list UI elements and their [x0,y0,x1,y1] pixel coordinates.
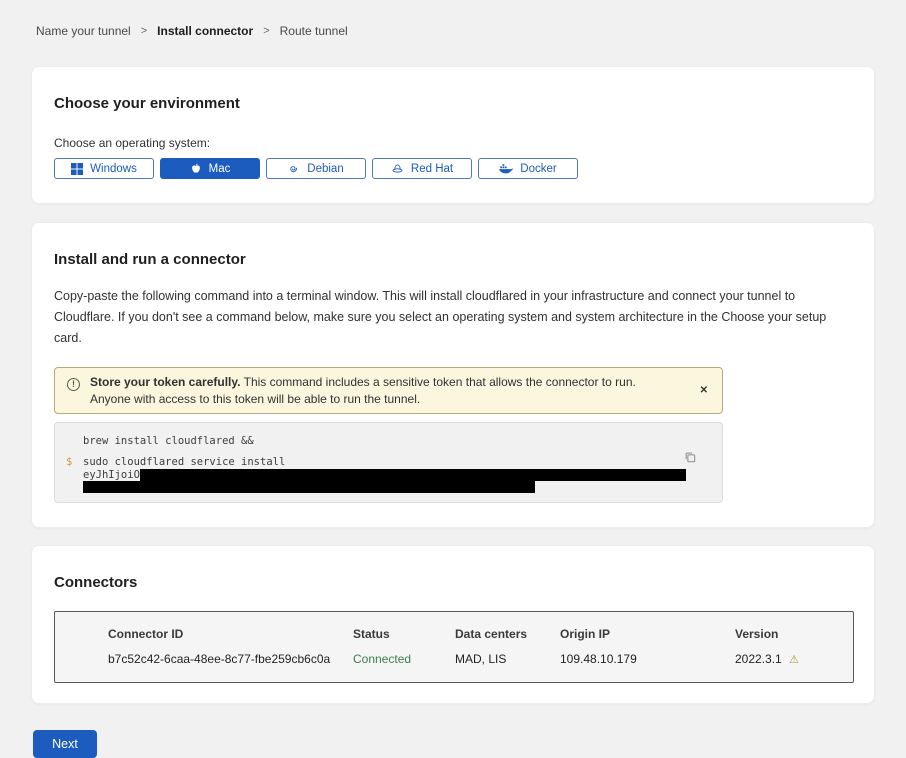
cell-data-centers: MAD, LIS [455,652,560,666]
os-button-mac[interactable]: Mac [160,158,260,179]
command-text: sudo cloudflared service install [83,456,285,468]
breadcrumb-step-name-tunnel[interactable]: Name your tunnel [36,24,131,38]
os-button-label: Red Hat [411,163,453,175]
status-badge: Connected [353,652,455,666]
cell-connector-id: b7c52c42-6caa-48ee-8c77-fbe259cb6c0a [108,652,353,666]
shell-prompt: $ [66,457,72,468]
redhat-icon [391,162,404,175]
environment-card: Choose your environment Choose an operat… [31,66,875,204]
os-button-label: Windows [90,163,137,175]
install-command-block: brew install cloudflared && $ sudo cloud… [54,422,723,503]
install-connector-card: Install and run a connector Copy-paste t… [31,222,875,528]
environment-card-title: Choose your environment [54,95,852,112]
redaction-bar [140,469,686,481]
command-line-brew: brew install cloudflared && [55,436,722,447]
install-card-title: Install and run a connector [54,251,852,268]
command-line-sudo: $ sudo cloudflared service install [55,457,722,468]
connectors-table: Connector ID Status Data centers Origin … [54,611,854,683]
version-value: 2022.3.1 [735,652,782,666]
debian-icon [288,163,300,175]
apple-icon [190,162,202,175]
os-button-label: Docker [520,163,556,175]
copy-icon [684,451,696,466]
windows-icon [71,163,83,175]
breadcrumb-step-route-tunnel[interactable]: Route tunnel [280,24,348,38]
col-header-data-centers: Data centers [455,627,560,641]
breadcrumb-step-install-connector[interactable]: Install connector [157,24,253,38]
alert-circle-icon: ! [67,378,80,391]
os-button-row: Windows Mac Debian [54,158,852,179]
warning-triangle-icon: ⚠ [789,654,799,666]
os-button-debian[interactable]: Debian [266,158,366,179]
redaction-bar [83,481,535,493]
copy-command-button[interactable] [682,449,698,468]
col-header-origin-ip: Origin IP [560,627,735,641]
col-header-connector-id: Connector ID [108,627,353,641]
connectors-card: Connectors Connector ID Status Data cent… [31,545,875,704]
breadcrumb: Name your tunnel > Install connector > R… [0,0,906,38]
warning-title: Store your token carefully. [90,375,241,389]
token-prefix: eyJhIjoiO [83,470,140,481]
docker-icon [499,163,513,174]
os-button-docker[interactable]: Docker [478,158,578,179]
col-header-version: Version [735,627,853,641]
os-button-windows[interactable]: Windows [54,158,154,179]
os-select-label: Choose an operating system: [54,136,852,150]
install-card-description: Copy-paste the following command into a … [54,286,852,349]
warning-close-button[interactable]: ✕ [696,383,712,398]
cell-version: 2022.3.1 ⚠ [735,652,853,666]
breadcrumb-separator: > [141,25,147,37]
connectors-card-title: Connectors [54,574,852,591]
os-button-redhat[interactable]: Red Hat [372,158,472,179]
token-warning-banner: ! Store your token carefully. This comma… [54,367,723,414]
os-button-label: Debian [307,163,343,175]
cell-origin-ip: 109.48.10.179 [560,652,735,666]
next-button[interactable]: Next [33,730,97,758]
os-button-label: Mac [209,163,231,175]
breadcrumb-separator: > [263,25,269,37]
command-line-token: eyJhIjoiO [55,469,722,481]
warning-message: Store your token carefully. This command… [90,373,670,408]
col-header-status: Status [353,627,455,641]
